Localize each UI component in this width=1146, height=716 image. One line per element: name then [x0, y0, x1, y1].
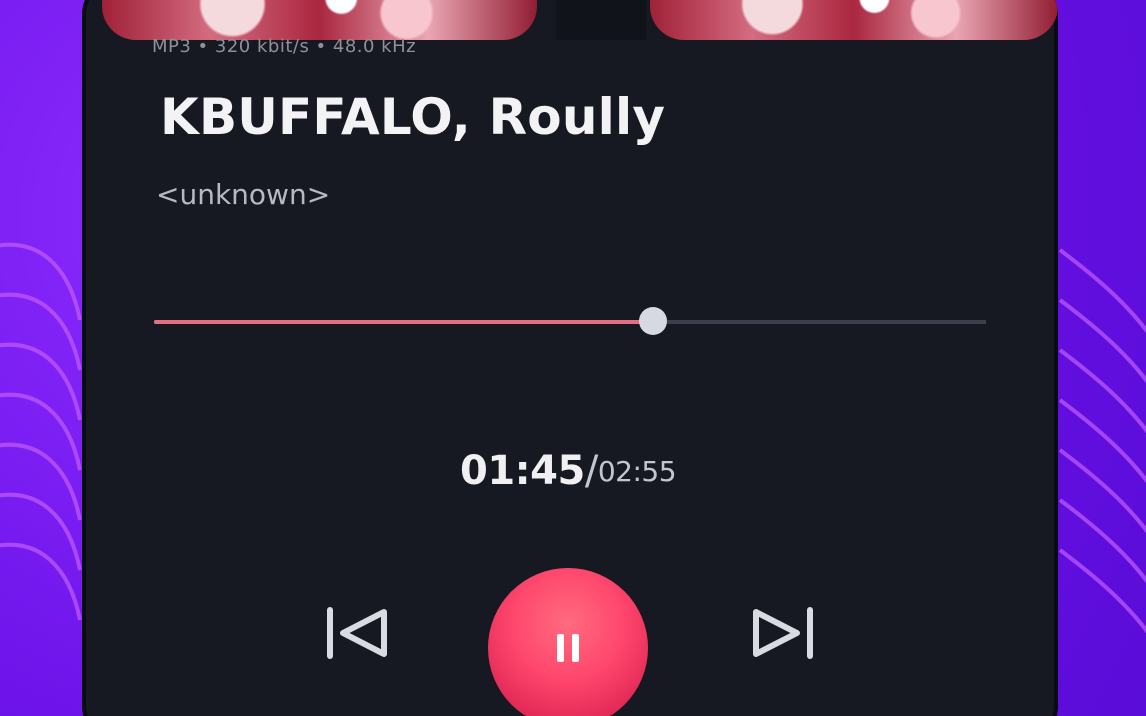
playback-controls [82, 568, 1058, 716]
time-separator: / [584, 448, 598, 494]
total-time: 02:55 [597, 455, 677, 488]
player-panel: MP3 • 320 kbit/s • 48.0 kHz KBUFFALO, Ro… [82, 0, 1058, 716]
play-pause-button[interactable] [488, 568, 648, 716]
time-display: 01:45/02:55 [460, 448, 677, 494]
skip-previous-icon [327, 607, 387, 659]
album-art-gap [556, 0, 646, 40]
file-info: MP3 • 320 kbit/s • 48.0 kHz [152, 36, 417, 57]
album-art-row [102, 0, 1058, 40]
artist-name: <unknown> [156, 178, 331, 211]
album-art-right [650, 0, 1058, 40]
track-title: KBUFFALO, Roully [160, 88, 666, 146]
seek-thumb[interactable] [639, 307, 668, 335]
album-art-left [102, 0, 537, 40]
skip-next-icon [753, 607, 813, 659]
next-button[interactable] [736, 588, 826, 678]
seek-bar[interactable] [154, 307, 986, 335]
pause-icon [557, 634, 579, 662]
previous-button[interactable] [314, 588, 404, 678]
current-time: 01:45 [460, 448, 585, 494]
seek-progress [154, 320, 654, 324]
